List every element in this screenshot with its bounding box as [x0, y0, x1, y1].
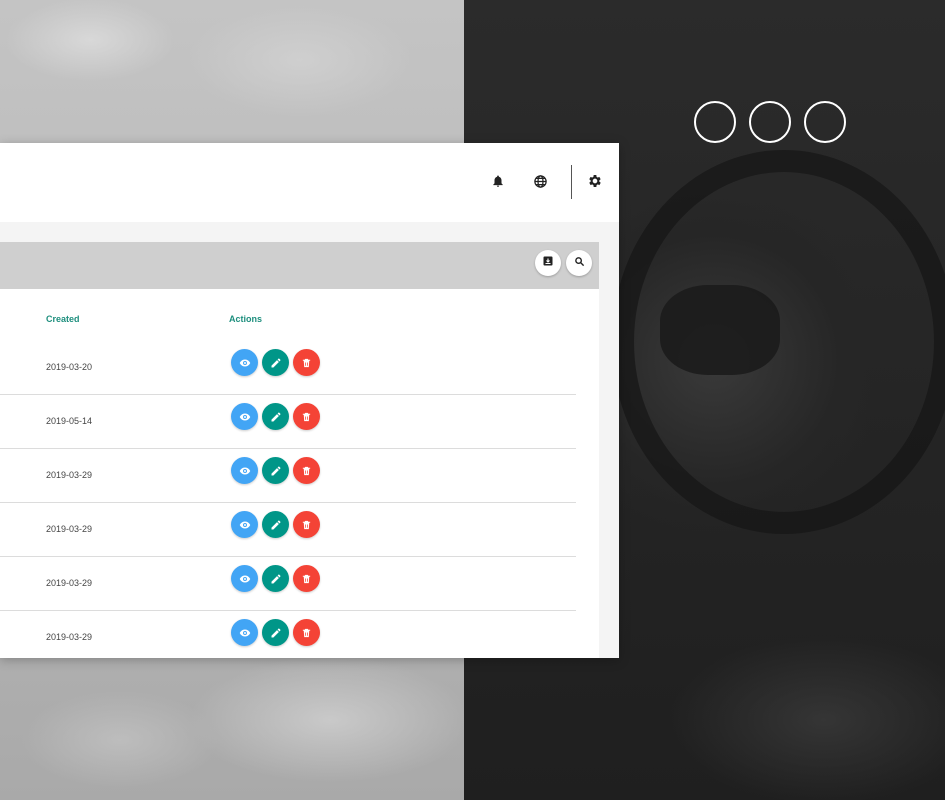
- pencil-icon: [271, 412, 280, 421]
- row-actions: [231, 511, 320, 538]
- trash-icon: [302, 628, 311, 637]
- delete-button[interactable]: [293, 403, 320, 430]
- edit-button[interactable]: [262, 619, 289, 646]
- view-button[interactable]: [231, 349, 258, 376]
- pencil-icon: [271, 466, 280, 475]
- circle-button-1[interactable]: [694, 101, 736, 143]
- edit-button[interactable]: [262, 511, 289, 538]
- trash-icon: [302, 412, 311, 421]
- toolbar-divider: [571, 165, 572, 199]
- row-actions: [231, 619, 320, 646]
- table-row: 2019-03-29: [0, 502, 576, 557]
- pencil-icon: [271, 358, 280, 367]
- created-date: 2019-03-29: [46, 632, 93, 642]
- row-actions: [231, 565, 320, 592]
- search-icon: [574, 254, 585, 272]
- created-date: 2019-05-14: [46, 416, 93, 426]
- created-date: 2019-03-20: [46, 362, 93, 372]
- eye-icon: [239, 575, 250, 582]
- download-button[interactable]: [535, 250, 561, 276]
- gear-icon[interactable]: [584, 170, 606, 192]
- view-button[interactable]: [231, 457, 258, 484]
- edit-button[interactable]: [262, 457, 289, 484]
- column-header-actions: Actions: [229, 314, 263, 324]
- created-date: 2019-03-29: [46, 524, 93, 534]
- view-button[interactable]: [231, 403, 258, 430]
- created-date: 2019-03-29: [46, 470, 93, 480]
- circle-button-3[interactable]: [804, 101, 846, 143]
- pencil-icon: [271, 628, 280, 637]
- row-actions: [231, 403, 320, 430]
- row-actions: [231, 349, 320, 376]
- app-window: Created Actions 2019-03-20 2019-05-14 20…: [0, 143, 619, 658]
- card-header: [0, 242, 599, 289]
- top-bar: [0, 143, 619, 222]
- table-row: 2019-05-14: [0, 394, 576, 449]
- download-icon: [542, 254, 554, 272]
- delete-button[interactable]: [293, 349, 320, 376]
- trash-icon: [302, 520, 311, 529]
- data-card: Created Actions 2019-03-20 2019-05-14 20…: [0, 242, 599, 658]
- table-row: 2019-03-29: [0, 556, 576, 611]
- circle-buttons: [694, 101, 846, 143]
- delete-button[interactable]: [293, 565, 320, 592]
- bell-icon[interactable]: [487, 170, 509, 192]
- delete-button[interactable]: [293, 511, 320, 538]
- view-button[interactable]: [231, 511, 258, 538]
- delete-button[interactable]: [293, 457, 320, 484]
- pencil-icon: [271, 574, 280, 583]
- eye-icon: [239, 629, 250, 636]
- edit-button[interactable]: [262, 349, 289, 376]
- globe-icon[interactable]: [529, 170, 551, 192]
- eye-icon: [239, 359, 250, 366]
- eye-icon: [239, 521, 250, 528]
- table-row: 2019-03-29: [0, 448, 576, 503]
- view-button[interactable]: [231, 619, 258, 646]
- edit-button[interactable]: [262, 565, 289, 592]
- eye-icon: [239, 413, 250, 420]
- delete-button[interactable]: [293, 619, 320, 646]
- row-actions: [231, 457, 320, 484]
- table-row: 2019-03-20: [0, 340, 576, 395]
- trash-icon: [302, 466, 311, 475]
- steering-wheel-hub-shape: [660, 285, 780, 375]
- edit-button[interactable]: [262, 403, 289, 430]
- circle-button-2[interactable]: [749, 101, 791, 143]
- search-button[interactable]: [566, 250, 592, 276]
- view-button[interactable]: [231, 565, 258, 592]
- eye-icon: [239, 467, 250, 474]
- trash-icon: [302, 358, 311, 367]
- column-header-created[interactable]: Created: [46, 314, 80, 324]
- trash-icon: [302, 574, 311, 583]
- created-date: 2019-03-29: [46, 578, 93, 588]
- table-row: 2019-03-29: [0, 610, 576, 664]
- pencil-icon: [271, 520, 280, 529]
